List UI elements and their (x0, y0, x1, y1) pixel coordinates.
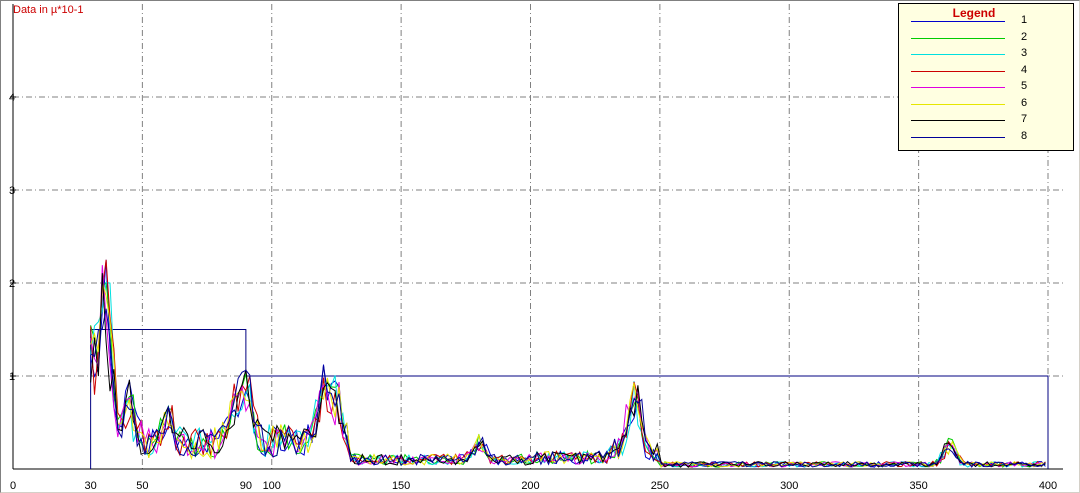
legend-label: 2 (1021, 30, 1028, 43)
legend-swatch (911, 21, 1005, 22)
x-tick-label: 90 (240, 480, 252, 492)
x-tick-label: 150 (392, 480, 410, 492)
series-line-5 (90, 265, 1046, 468)
legend[interactable]: Legend 12345678 (898, 3, 1074, 151)
series-line-2 (90, 281, 1046, 468)
legend-label: 8 (1021, 129, 1028, 142)
legend-swatch (911, 87, 1005, 88)
y-tick-label: 1 (9, 371, 15, 383)
legend-swatch (911, 70, 1005, 72)
x-tick-labels: 0 30 50 90 100 150 200 250 300 350 400 (10, 480, 1057, 492)
legend-label: 6 (1021, 96, 1028, 109)
series-line-6 (90, 281, 1046, 469)
x-tick-label: 30 (85, 480, 97, 492)
series-line-1 (90, 259, 1046, 468)
legend-swatch (911, 120, 1005, 121)
legend-item-7: 7 (911, 113, 1061, 129)
y-tick-label: 3 (9, 185, 15, 197)
legend-label: 7 (1021, 113, 1028, 125)
legend-item-2: 2 (911, 31, 1061, 47)
legend-label: 1 (1021, 14, 1028, 26)
x-tick-label: 400 (1039, 480, 1057, 492)
x-tick-label: 300 (780, 480, 798, 492)
legend-item-4: 4 (911, 64, 1061, 80)
y-tick-label: 2 (9, 278, 15, 290)
series-line-4 (90, 259, 1046, 468)
legend-swatch (911, 136, 1005, 138)
legend-item-5: 5 (911, 80, 1061, 96)
legend-swatch (911, 54, 1005, 55)
legend-item-1: 1 (911, 14, 1061, 30)
legend-item-8: 8 (911, 130, 1061, 146)
x-tick-label: 100 (263, 480, 281, 492)
legend-label: 3 (1021, 47, 1028, 59)
legend-item-6: 6 (911, 97, 1061, 113)
y-tick-labels: 1 2 3 4 (9, 92, 15, 383)
series-lines (90, 259, 1046, 469)
legend-swatch (911, 37, 1005, 39)
legend-swatch (911, 103, 1005, 105)
y-axis-title: Data in µ*10-1 (13, 4, 84, 16)
x-tick-label: 250 (651, 480, 669, 492)
legend-label: 5 (1021, 80, 1028, 92)
x-tick-label: 200 (521, 480, 539, 492)
legend-item-3: 3 (911, 47, 1061, 63)
x-tick-label: 350 (909, 480, 927, 492)
x-tick-label: 50 (136, 480, 148, 492)
legend-label: 4 (1021, 63, 1028, 76)
series-line-3 (90, 281, 1046, 468)
series-line-7 (90, 273, 1046, 468)
y-tick-label: 4 (9, 92, 15, 104)
x-tick-label: 0 (10, 480, 16, 492)
